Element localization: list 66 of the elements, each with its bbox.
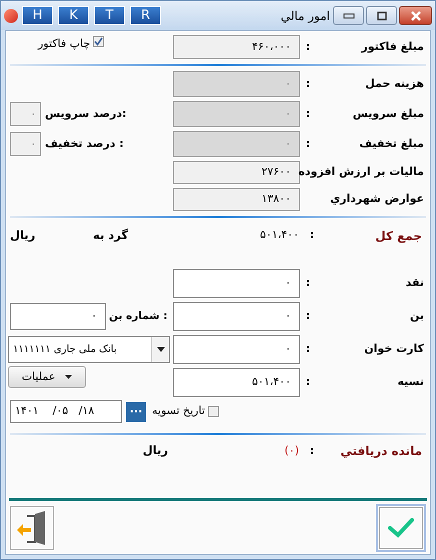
window-title: امور مالي [280,8,330,24]
input-field[interactable]: ۵۰۱،۴۰۰ [173,368,300,397]
field-label: نقد [406,275,424,292]
input-field[interactable]: ۰ [173,335,300,364]
colon-label: : [310,442,314,459]
colon-label: : [306,308,310,324]
colon-label: : [310,227,314,243]
input-field[interactable]: ۰ [173,269,300,298]
field-label: كارت خوان [364,341,424,358]
field-label: مبلغ تخفيف [359,136,424,152]
colon-label: : [306,76,310,92]
input-field: ۰ [173,131,300,157]
caret-icon [65,375,72,379]
round-label: گرد به [93,227,130,244]
checkbox[interactable] [93,36,104,47]
field-label: درصد سرويس: [45,106,126,122]
input-field: ۴۶۰،۰۰۰ [173,35,300,59]
colon-label: : [306,341,310,358]
input-field[interactable]: ۰ [10,303,106,330]
colon-label: : [306,275,310,292]
colon-label: : [306,38,310,55]
total-label: جمع كل [374,228,423,245]
app-button[interactable]: R [130,6,161,25]
field-label: درصد تخفيف : [45,136,124,152]
field-label: عوارض شهرداري [330,191,424,208]
input-field[interactable]: ۰ [173,302,300,331]
percent-field[interactable]: ۰ [10,102,41,126]
field-label: مبلغ فاكتور [361,38,424,55]
colon-label: : [306,374,310,390]
operations-button[interactable]: عمليات [8,366,86,388]
caret-icon [151,337,169,362]
checkmark-icon [387,516,415,538]
maximize-icon [376,10,388,20]
percent-field[interactable]: ۰ [10,132,41,156]
input-field: ۰ [173,71,300,97]
app-button[interactable]: T [94,6,125,25]
minimize-icon [342,12,354,18]
balance-label: مانده دريافتي [339,443,423,460]
checkbox[interactable] [208,406,219,417]
input-field: ۰ [173,101,300,127]
minimize-button[interactable] [333,6,364,25]
close-button[interactable] [399,6,432,25]
bank-dropdown[interactable]: بانک ملی جاری ۱۱۱۱۱۱۱ [8,336,170,363]
colon-label: : [306,136,310,152]
input-field: ۱۳۸۰۰ [173,188,300,211]
field-label: مبلغ سرويس [352,106,424,122]
colon-label: : [306,106,310,122]
app-button[interactable]: K [58,6,89,25]
maximize-button[interactable] [366,6,397,25]
date-picker-button[interactable]: ··· [126,402,146,422]
checkbox-label: تاريخ تسويه [152,403,205,420]
checkbox-label: چاپ فاکتور [38,36,90,52]
field-label: نسيه [398,374,424,390]
input-field: ۲۷۶۰۰ [173,161,300,184]
field-label: بن [410,308,424,324]
exit-button[interactable] [10,506,54,550]
total-value: ۵۰۱،۴۰۰ [259,227,299,243]
field-label: شماره بن : [109,308,168,324]
balance-value: (۰) [284,442,299,459]
field-label: هزينه حمل [365,76,424,92]
currency-label: ريال [142,442,168,460]
date-field[interactable]: ۱۴۰۱ /۰۵ /۱۸ [10,400,122,423]
field-label: ماليات بر ارزش افزوده [298,164,424,180]
app-button[interactable]: H [22,6,53,25]
close-icon [410,10,422,20]
currency-label: ريال [9,227,36,244]
